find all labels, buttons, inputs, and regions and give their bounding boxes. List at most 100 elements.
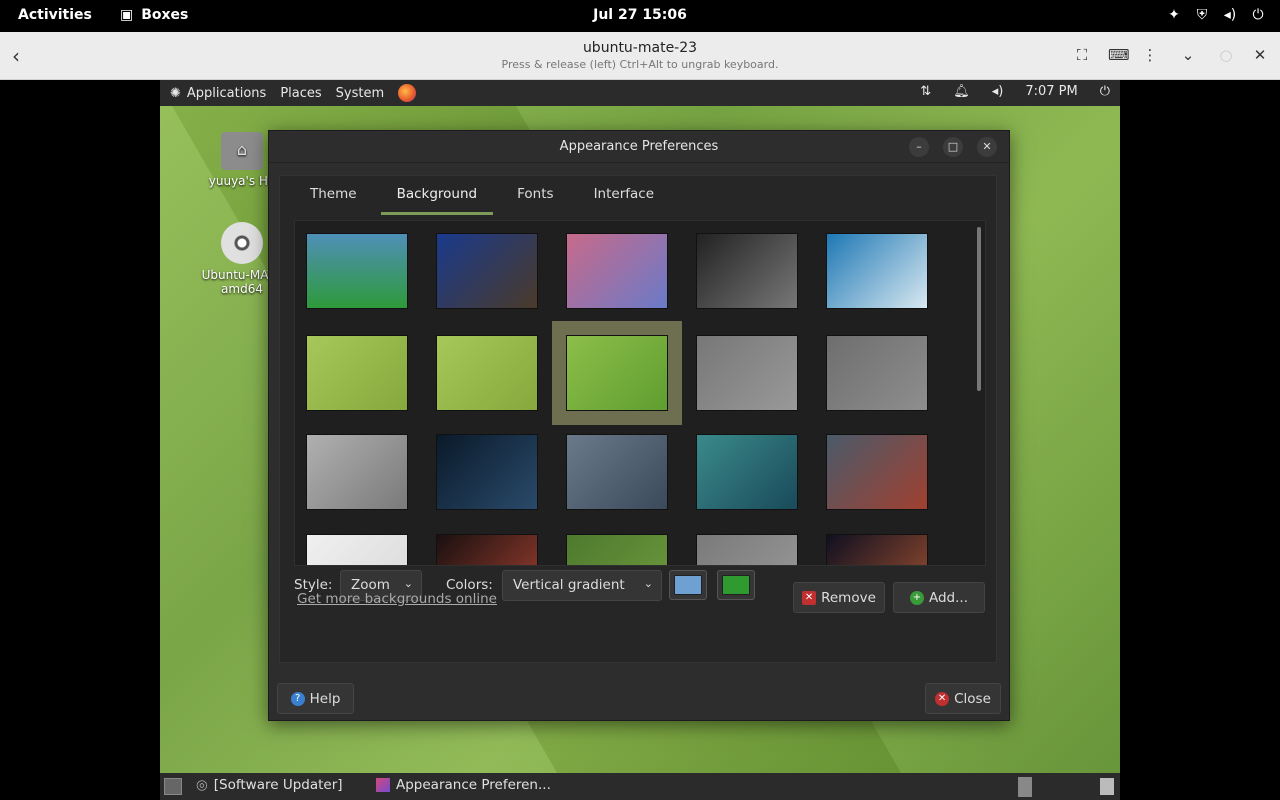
close-label: Close [954,690,991,707]
gallery-scrollbar[interactable] [977,227,981,391]
activities-button[interactable]: Activities [18,7,92,23]
background-gallery[interactable] [294,220,986,566]
more-backgrounds-link[interactable]: Get more backgrounds online [297,591,497,607]
background-thumbnail-green-field[interactable] [566,534,668,565]
boxes-app-menu[interactable]: ▣ Boxes [120,7,188,23]
shield-icon[interactable]: ⛨ [1194,7,1210,23]
close-button[interactable]: ✕ Close [925,683,1001,714]
volume-icon[interactable]: ◂) [992,84,1004,99]
back-button[interactable]: ‹ [12,44,30,68]
remove-icon: ✕ [802,590,817,605]
tab-background[interactable]: Background [380,182,494,215]
background-thumbnail-gray-polygons[interactable] [696,335,798,411]
background-thumbnail-gray-polygons-logo[interactable] [826,335,928,411]
secondary-color-button[interactable] [717,570,755,600]
background-thumbnail-earth-night[interactable] [436,434,538,510]
optical-disc-icon [221,222,263,264]
accessibility-icon[interactable]: ✦ [1166,7,1182,23]
background-thumbnail-green-geometric-logo[interactable] [552,321,682,425]
mate-top-panel: ✺ Applications Places System ⇅ 🔔︎ ◂) 7:0… [160,80,1120,106]
background-thumbnail-space-ship[interactable] [826,534,928,565]
primary-color-button[interactable] [669,570,707,600]
background-thumbnail-silver-geometric-logo[interactable] [306,434,408,510]
applications-menu[interactable]: ✺ Applications [170,86,266,101]
keyboard-icon[interactable]: ⌨ [1108,46,1130,64]
background-thumbnail-green-polygons-logo[interactable] [436,335,538,411]
add-label: Add... [928,589,968,606]
dialog-titlebar[interactable]: Appearance Preferences – □ ✕ [269,131,1009,163]
tab-theme[interactable]: Theme [294,182,373,215]
background-thumbnail-space-crab[interactable] [826,434,928,510]
chevron-down-icon[interactable]: ⌄ [1176,46,1200,64]
help-icon: ? [290,691,305,706]
background-thumbnail-green-polygons[interactable] [306,335,408,411]
places-menu[interactable]: Places [280,86,321,101]
background-thumbnail-mountain-valley[interactable] [566,434,668,510]
background-thumbnail-bokeh-lights[interactable] [566,233,668,309]
background-thumbnail-blue-crayfish[interactable] [436,233,538,309]
fullscreen-icon[interactable]: ⛶ [1074,46,1090,64]
remove-label: Remove [821,589,876,606]
background-thumbnail-teal-wave[interactable] [696,434,798,510]
taskbar-appearance-preferences[interactable]: Appearance Preferen... [376,777,551,793]
appearance-preferences-dialog: Appearance Preferences – □ ✕ Theme Backg… [268,130,1010,721]
background-thumbnail-spiral-galaxy[interactable] [696,233,798,309]
taskbar-label-appearance: Appearance Preferen... [396,777,551,793]
tab-bar: Theme Background Fonts Interface [294,182,678,215]
background-thumbnail-gray-field[interactable] [696,534,798,565]
help-label: Help [309,690,341,707]
trash-icon[interactable] [1100,778,1114,795]
close-icon: ✕ [935,691,950,706]
appearance-icon [376,778,390,792]
menu-icon[interactable]: ⋮ [1142,46,1158,64]
add-button[interactable]: + Add... [893,582,985,613]
system-tray[interactable]: ✦ ⛨ ◂) ⏻ [1166,7,1266,23]
power-icon[interactable]: ⏻ [1250,7,1266,23]
minimize-button[interactable]: – [909,137,929,157]
network-icon[interactable]: ⇅ [920,84,931,99]
tab-interface[interactable]: Interface [578,182,670,215]
home-folder-label: yuuya's Ho [208,174,276,188]
workspace-switcher[interactable] [1018,777,1032,797]
chevron-down-icon: ⌄ [643,577,653,590]
taskbar-label-software-updater: [Software Updater] [213,777,343,793]
background-thumbnail-white-sheet[interactable] [306,534,408,565]
app-name: Boxes [141,7,189,23]
secondary-color-swatch [722,575,750,595]
close-icon[interactable]: ✕ [1252,46,1268,64]
tab-fonts[interactable]: Fonts [501,182,569,215]
chevron-down-icon: ⌄ [403,577,413,590]
background-thumbnail-vertical-gradient[interactable] [306,233,408,309]
ubuntu-mate-logo-icon: ✺ [170,85,181,101]
dialog-title: Appearance Preferences [559,139,719,154]
taskbar-software-updater[interactable]: ◎ [Software Updater] [196,777,343,793]
power-icon[interactable]: ⏻ [1100,84,1110,99]
remove-button[interactable]: ✕ Remove [793,582,885,613]
primary-color-swatch [674,575,702,595]
system-menu[interactable]: System [336,86,384,101]
tab-panel: Theme Background Fonts Interface Style: … [279,175,997,663]
panel-clock[interactable]: 7:07 PM [1025,84,1077,99]
software-updater-icon: ◎ [196,777,208,793]
colors-value: Vertical gradient [513,577,625,593]
applications-label: Applications [186,85,267,101]
close-window-button[interactable]: ✕ [977,137,997,157]
vm-display[interactable]: ✺ Applications Places System ⇅ 🔔︎ ◂) 7:0… [160,80,1120,800]
volume-icon[interactable]: ◂) [1222,7,1238,23]
boxes-header-bar: ‹ ubuntu-mate-23 Press & release (left) … [0,32,1280,80]
maximize-button[interactable]: □ [943,137,963,157]
firefox-icon[interactable] [398,84,417,102]
show-desktop-button[interactable] [164,778,182,795]
help-button[interactable]: ? Help [277,683,354,714]
add-icon: + [909,590,924,605]
background-thumbnail-ice-waves[interactable] [826,233,928,309]
folder-icon [221,132,263,170]
gnome-top-bar: Activities ▣ Boxes Jul 27 15:06 ✦ ⛨ ◂) ⏻ [0,0,1280,32]
spinner-icon: ○ [1219,46,1233,64]
boxes-icon: ▣ [120,7,134,23]
colors-dropdown[interactable]: Vertical gradient ⌄ [502,570,662,601]
background-thumbnail-red-planet[interactable] [436,534,538,565]
notification-icon[interactable]: 🔔︎ [953,84,970,99]
gnome-clock: Jul 27 15:06 [593,7,687,23]
mate-bottom-panel: ◎ [Software Updater] Appearance Preferen… [160,773,1120,800]
